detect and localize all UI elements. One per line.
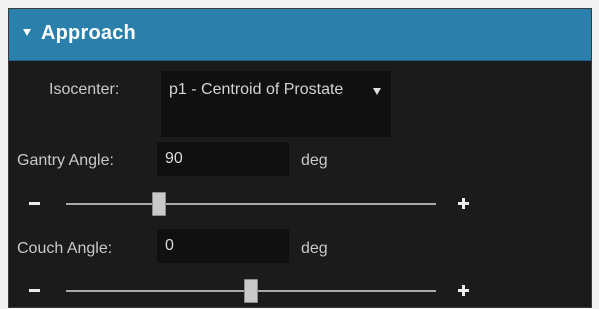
- gantry-decrement-minus-icon[interactable]: [29, 202, 40, 205]
- couch-angle-input[interactable]: [157, 229, 289, 263]
- isocenter-selected-value: p1 - Centroid of Prostate: [169, 81, 344, 98]
- approach-panel: Approach Isocenter: p1 - Centroid of Pro…: [8, 8, 592, 308]
- isocenter-dropdown[interactable]: p1 - Centroid of Prostate: [161, 71, 391, 137]
- couch-angle-slider-thumb[interactable]: [244, 279, 258, 303]
- couch-decrement-minus-icon[interactable]: [29, 289, 40, 292]
- isocenter-label: Isocenter:: [49, 81, 120, 98]
- collapse-triangle-icon: [23, 29, 31, 36]
- couch-increment-plus-icon[interactable]: [458, 285, 469, 296]
- dropdown-arrow-icon: [373, 88, 381, 95]
- couch-angle-label: Couch Angle:: [17, 240, 113, 257]
- section-header-approach[interactable]: Approach: [9, 9, 591, 61]
- section-title: Approach: [41, 22, 136, 44]
- couch-angle-unit: deg: [301, 240, 328, 257]
- gantry-angle-input[interactable]: [157, 142, 289, 176]
- window-frame: Approach Isocenter: p1 - Centroid of Pro…: [0, 0, 599, 309]
- gantry-angle-slider-thumb[interactable]: [152, 192, 166, 216]
- gantry-angle-label: Gantry Angle:: [17, 152, 114, 169]
- gantry-increment-plus-icon[interactable]: [458, 198, 469, 209]
- gantry-angle-unit: deg: [301, 152, 328, 169]
- gantry-angle-slider-track[interactable]: [66, 203, 436, 205]
